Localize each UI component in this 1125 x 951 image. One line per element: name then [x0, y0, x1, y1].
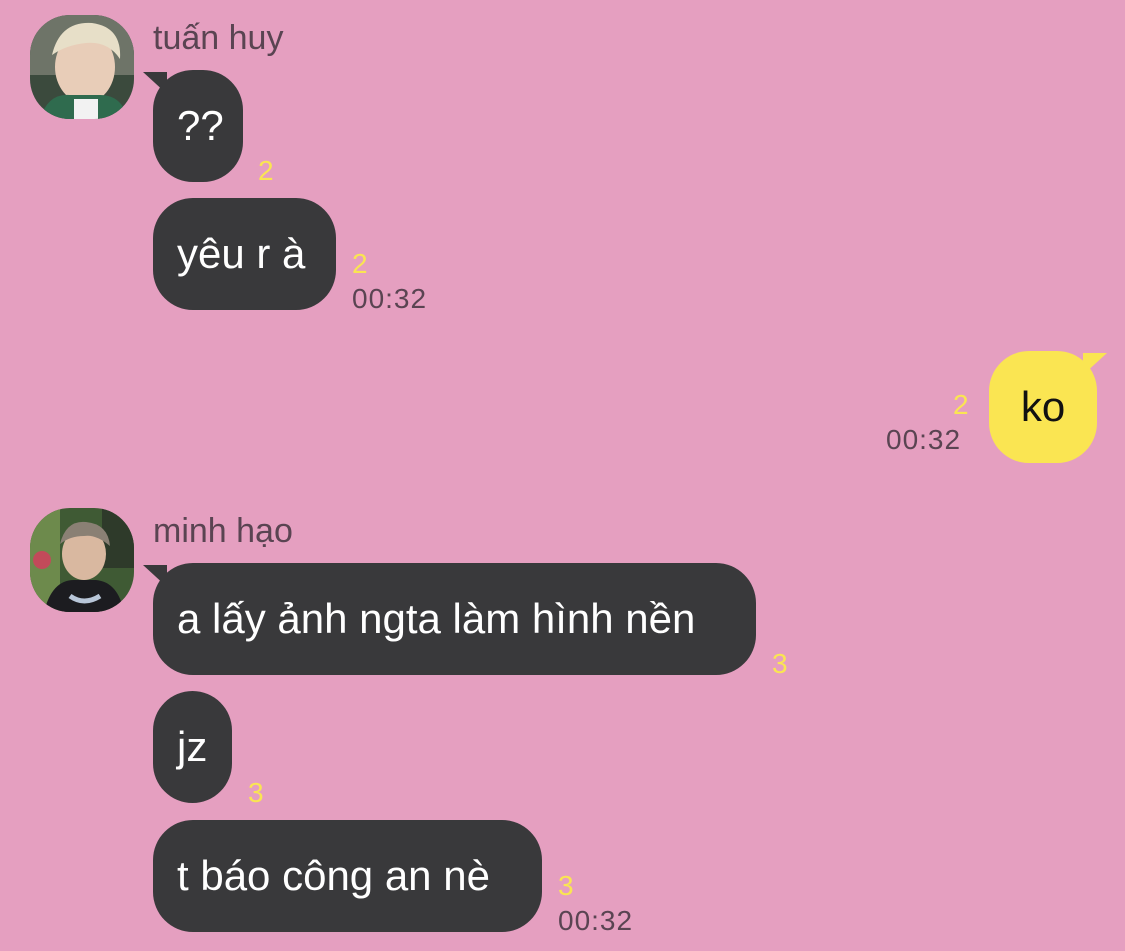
message-text: ?? — [177, 102, 224, 149]
message-bubble[interactable]: t báo công an nè — [153, 820, 542, 932]
message-text: ko — [1020, 383, 1066, 430]
message-text: jz — [177, 723, 208, 770]
sender-name: minh hạo — [153, 512, 293, 550]
bubble-tail — [143, 565, 167, 587]
unread-count: 3 — [248, 777, 264, 808]
timestamp: 00:32 — [886, 424, 962, 455]
my-message-bubble[interactable]: ko — [989, 351, 1097, 463]
sender-name: tuấn huy — [153, 19, 284, 57]
message-text: t báo công an nè — [177, 852, 490, 899]
unread-count: 2 — [352, 248, 368, 279]
unread-count: 2 — [953, 389, 969, 420]
unread-count: 3 — [558, 870, 574, 901]
message-bubble[interactable]: jz — [153, 691, 232, 803]
timestamp: 00:32 — [558, 905, 634, 936]
avatar-minh-hao[interactable] — [30, 508, 134, 612]
bubble-tail — [1083, 353, 1107, 375]
unread-count: 2 — [258, 155, 274, 186]
unread-count: 3 — [772, 648, 788, 679]
bubble-tail — [143, 72, 167, 94]
message-bubble[interactable]: yêu r à — [153, 198, 336, 310]
message-text: a lấy ảnh ngta làm hình nền — [177, 595, 696, 642]
message-bubble[interactable]: a lấy ảnh ngta làm hình nền — [153, 563, 756, 675]
message-text: yêu r à — [177, 230, 306, 277]
avatar-tuan-huy[interactable] — [30, 15, 134, 119]
timestamp: 00:32 — [352, 283, 428, 314]
